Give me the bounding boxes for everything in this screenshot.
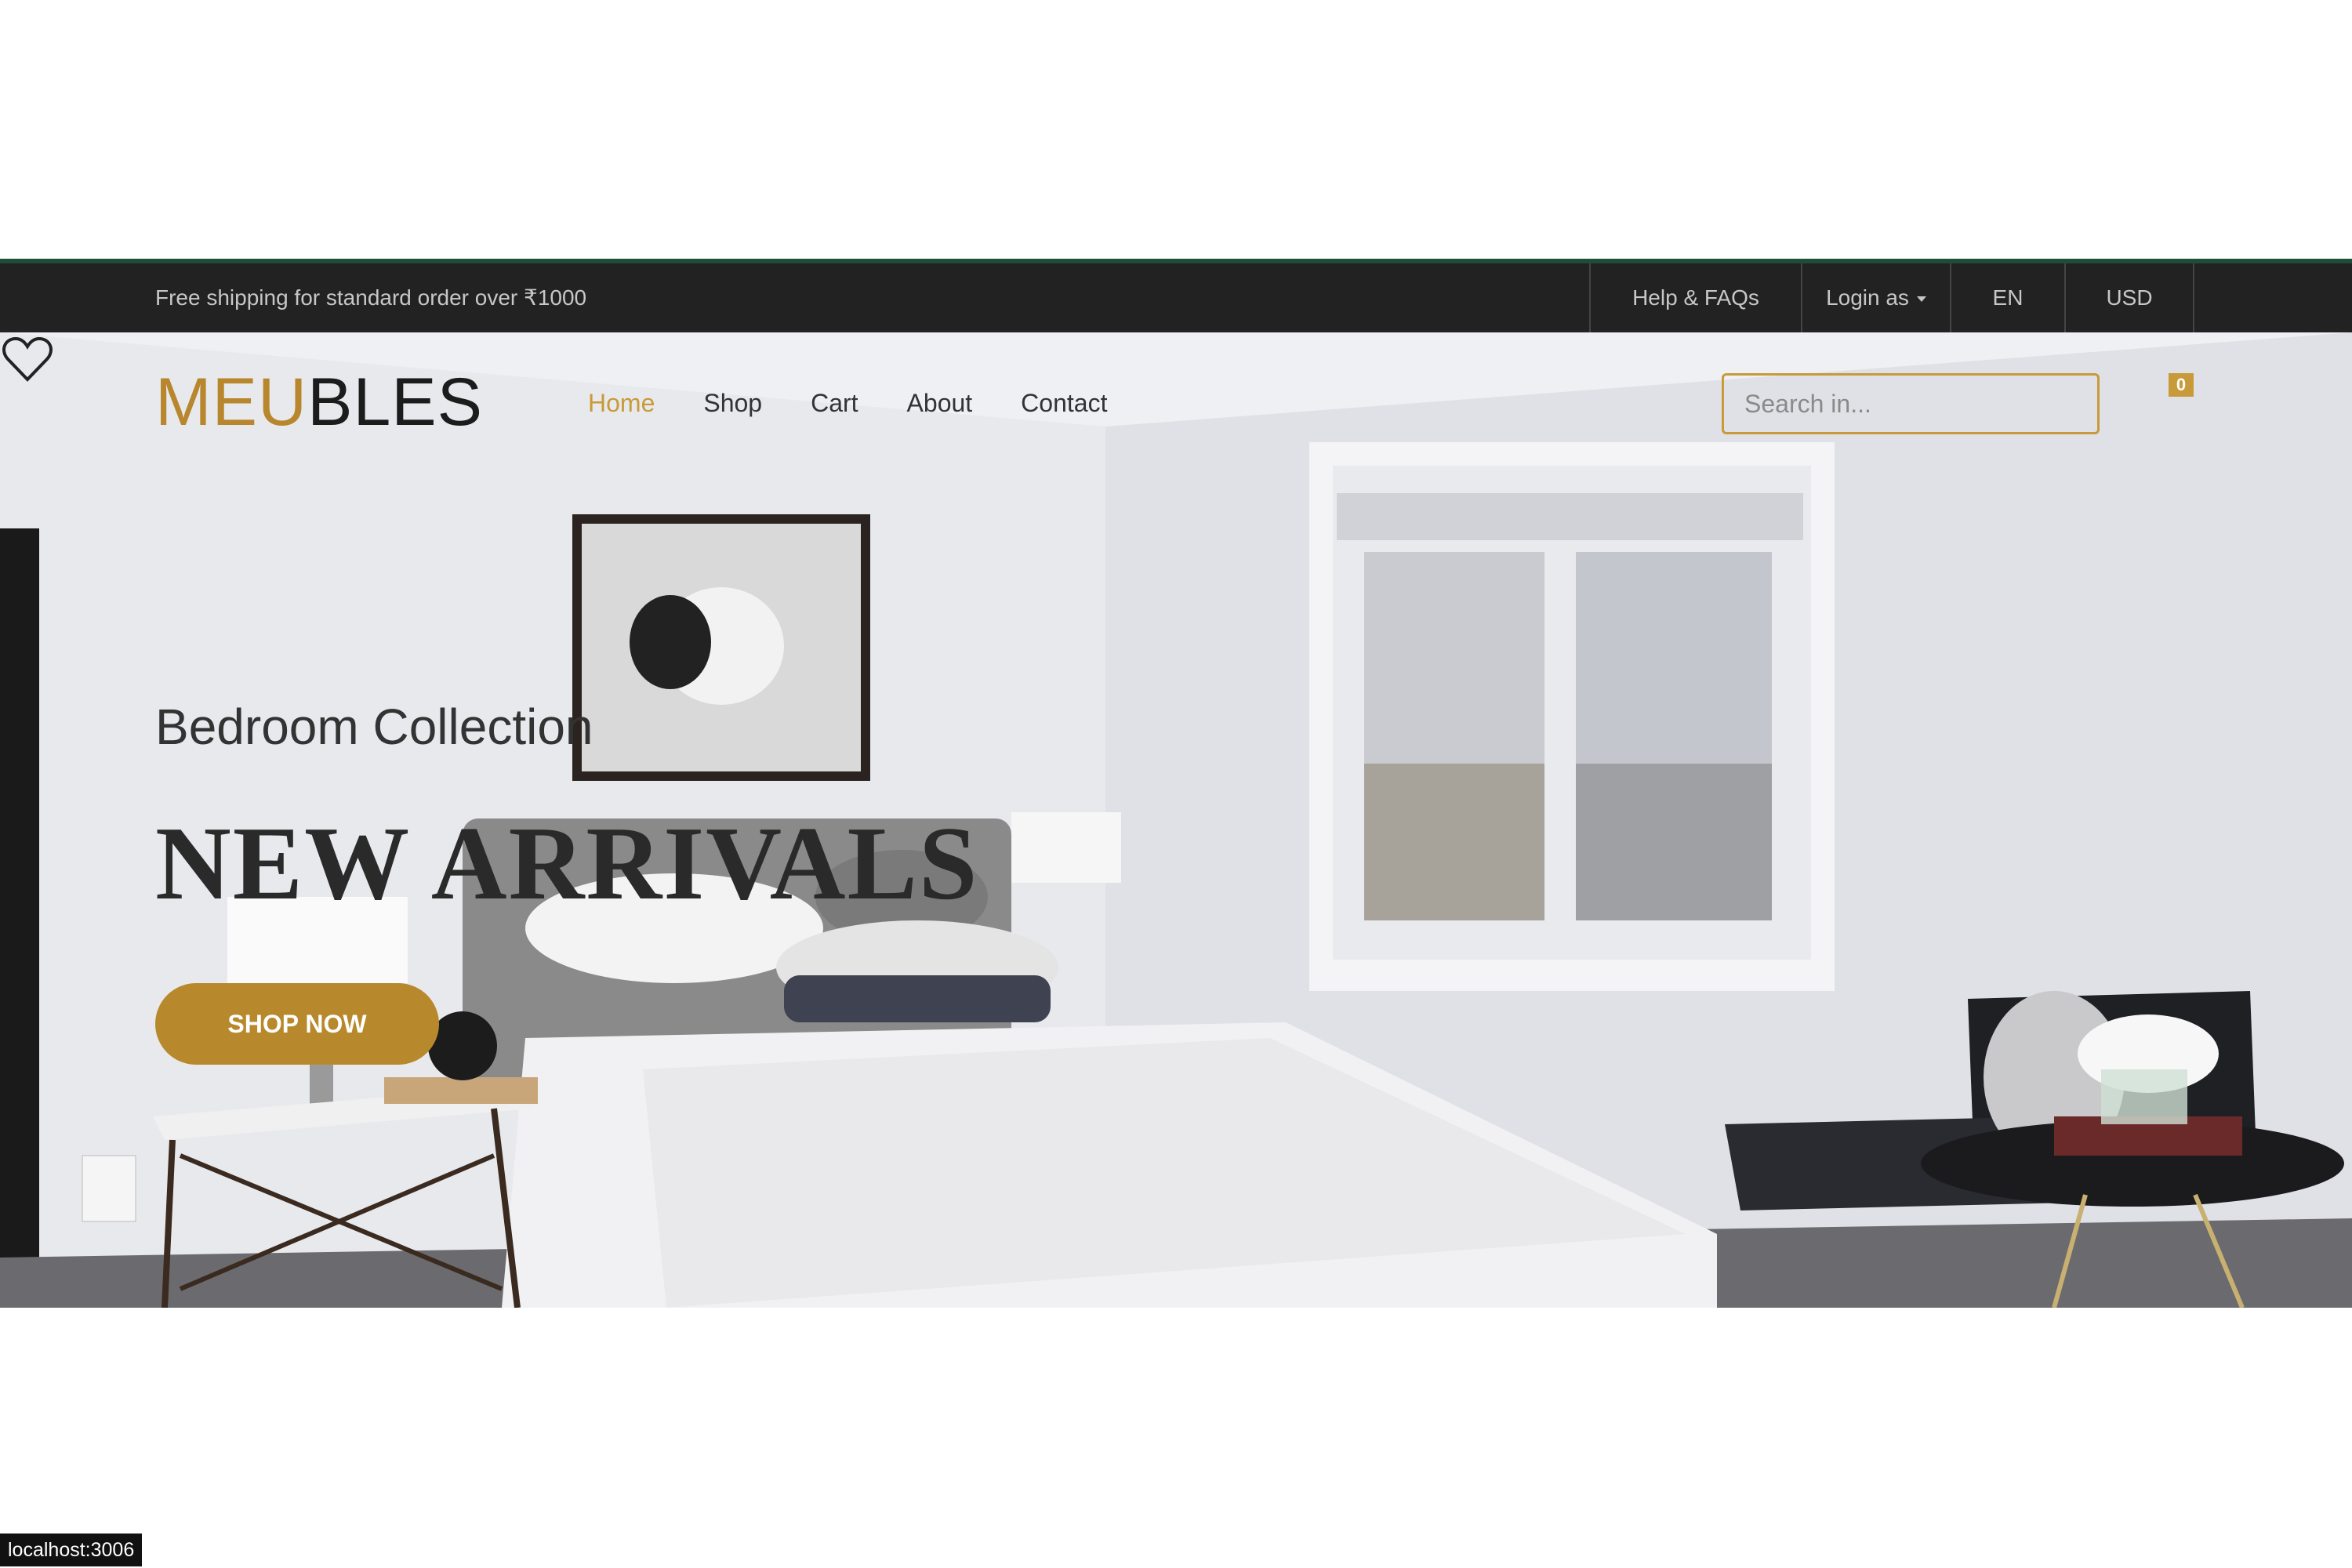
main-nav: Home Shop Cart About Contact bbox=[588, 389, 1156, 418]
heart-icon[interactable] bbox=[0, 332, 55, 387]
nav-contact[interactable]: Contact bbox=[1021, 389, 1107, 418]
nav-home[interactable]: Home bbox=[588, 389, 655, 418]
site-logo[interactable]: MEUBLES bbox=[155, 364, 483, 441]
login-label: Login as bbox=[1826, 285, 1909, 310]
nav-shop[interactable]: Shop bbox=[703, 389, 762, 418]
top-bar: Free shipping for standard order over ₹1… bbox=[0, 263, 2352, 332]
app-root: Free shipping for standard order over ₹1… bbox=[0, 259, 2352, 1566]
language-select[interactable]: EN bbox=[1950, 263, 2064, 332]
hero-subtitle: Bedroom Collection bbox=[155, 699, 593, 755]
logo-accent: MEU bbox=[155, 365, 308, 440]
login-dropdown[interactable]: Login as bbox=[1801, 263, 1950, 332]
wishlist-count-badge: 0 bbox=[2169, 373, 2194, 397]
hero-banner: MEUBLES Home Shop Cart About Contact 0 B… bbox=[0, 332, 2352, 1308]
hero-title: NEW ARRIVALS bbox=[155, 805, 979, 921]
logo-text: BLES bbox=[307, 365, 484, 440]
nav-about[interactable]: About bbox=[907, 389, 973, 418]
shop-now-button[interactable]: SHOP NOW bbox=[155, 983, 439, 1065]
caret-down-icon bbox=[1916, 296, 1926, 303]
help-faqs-link[interactable]: Help & FAQs bbox=[1589, 263, 1801, 332]
top-bar-links: Help & FAQs Login as EN USD bbox=[1589, 263, 2194, 332]
status-url-tooltip: localhost:3006 bbox=[0, 1534, 143, 1566]
shipping-notice: Free shipping for standard order over ₹1… bbox=[155, 285, 587, 310]
search-input[interactable] bbox=[1722, 373, 2100, 434]
currency-select[interactable]: USD bbox=[2064, 263, 2194, 332]
nav-cart[interactable]: Cart bbox=[811, 389, 858, 418]
